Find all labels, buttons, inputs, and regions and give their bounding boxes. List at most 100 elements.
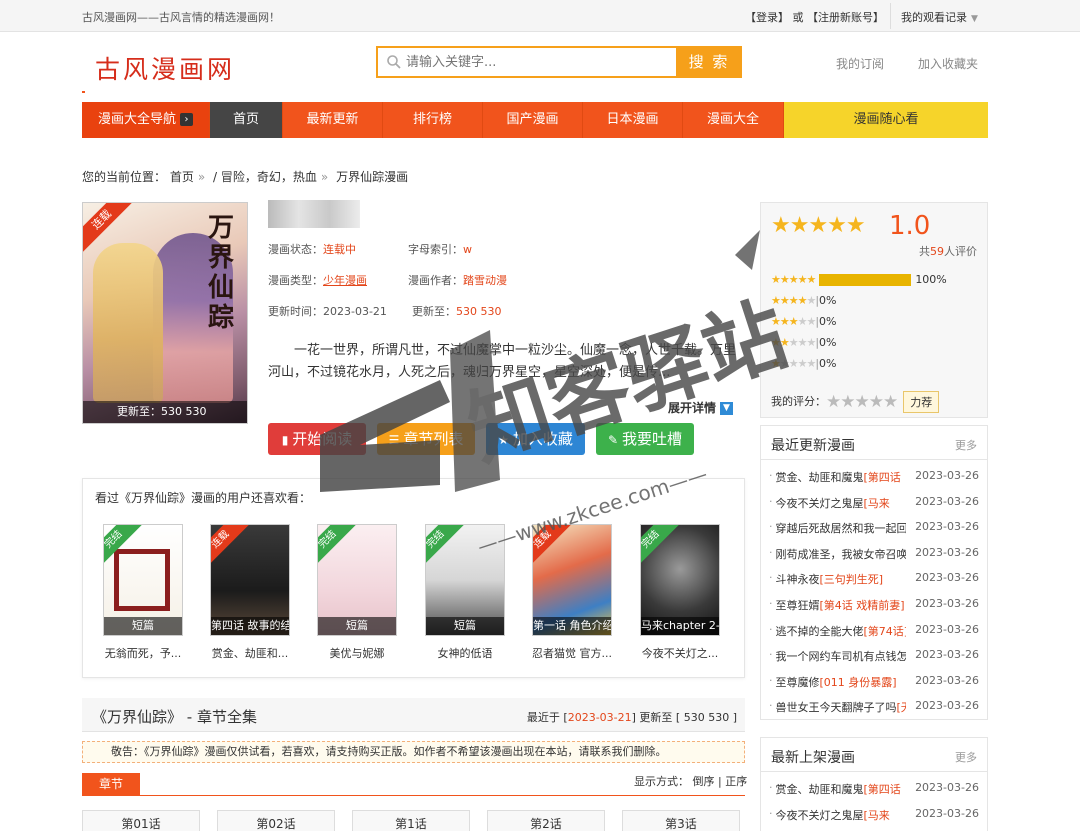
thumb-label: 短篇 [426, 617, 504, 635]
start-reading-button[interactable]: ▮ 开始阅读 [268, 423, 366, 455]
list-item[interactable]: · 斗神永夜[三句判生死] 2023-03-26 [769, 571, 981, 587]
latest-prefix: 最近于 [ [526, 711, 568, 724]
comic-name: 今夜不关灯之鬼屋 [775, 496, 864, 510]
bullet-icon: · [769, 673, 773, 687]
status-field: 漫画状态：连载中 [268, 241, 356, 257]
list-item[interactable]: · 刚苟成准圣，我被女帝召唤 2023-03-26 [769, 546, 981, 562]
order-desc[interactable]: 倒序 [693, 775, 715, 788]
bullet-icon: · [769, 699, 773, 713]
comic-name: 逃不掉的全能大佬 [775, 624, 864, 638]
chapter-list-label: 章节列表 [403, 430, 464, 448]
list-item[interactable]: · 我一个网约车司机有点钱怎 2023-03-26 [769, 648, 981, 664]
comic-thumb[interactable]: 完结 短篇 [103, 524, 183, 636]
list-item[interactable]: · 至尊魔修[011 身份暴露] 2023-03-26 [769, 674, 981, 690]
comic-thumb[interactable]: 连载 第四话 故事的结 [210, 524, 290, 636]
bullet-icon: · [769, 806, 773, 820]
main-nav: 漫画大全导航 › 首页 最新更新 排行榜 国产漫画 日本漫画 漫画大全 漫画随心看 [82, 102, 988, 138]
breadcrumb-home[interactable]: 首页 [170, 170, 194, 184]
order-asc[interactable]: 正序 [725, 775, 747, 788]
book-icon: ▮ [281, 433, 289, 447]
nav-item-domestic[interactable]: 国产漫画 [483, 102, 583, 138]
list-item-date: 2023-03-26 [915, 545, 979, 559]
more-link[interactable]: 更多 [955, 749, 977, 765]
my-rating-stars[interactable]: ★★★★★ [826, 392, 898, 412]
chapter-button[interactable]: 第1话 [352, 810, 470, 831]
list-item[interactable]: · 赏金、劫匪和魔鬼[第四话 2023-03-26 [769, 781, 981, 797]
author-field: 漫画作者：踏雪动漫 [408, 272, 507, 288]
latest-new-panel: 最新上架漫画 更多 · 赏金、劫匪和魔鬼[第四话 2023-03-26 · 今夜不关灯之… [760, 737, 988, 831]
list-item[interactable]: · 至尊狂婿[第4话 戏精前妻] 2023-03-26 [769, 597, 981, 613]
comic-thumb[interactable]: 连载 第一话 角色介绍 [532, 524, 612, 636]
nav-item-ranking[interactable]: 排行榜 [383, 102, 483, 138]
chapter-button[interactable]: 第01话 [82, 810, 200, 831]
bullet-icon: · [769, 494, 773, 508]
list-item-date: 2023-03-26 [915, 622, 979, 636]
comment-button[interactable]: ✎ 我要吐槽 [596, 423, 694, 455]
type-label: 漫画类型： [268, 274, 323, 287]
add-favorite-link[interactable]: 加入收藏夹 [918, 55, 978, 72]
breadcrumb-category[interactable]: / 冒险，奇幻，热血 [213, 170, 317, 184]
list-item-name: 刚苟成准圣，我被女帝召唤 [776, 546, 906, 562]
letter-value[interactable]: w [463, 243, 472, 256]
comic-name: 我一个网约车司机有点钱怎 [775, 650, 906, 664]
list-item-name: 我一个网约车司机有点钱怎 [776, 648, 906, 664]
list-item-name: 至尊狂婿[第4话 戏精前妻] [776, 597, 906, 613]
rating-row: ★★★★★ 100% [771, 273, 947, 287]
my-subscribe-link[interactable]: 我的订阅 [836, 55, 884, 72]
chapter-button[interactable]: 第2话 [487, 810, 605, 831]
thumb-name[interactable]: 美优与妮娜 [312, 645, 402, 661]
thumb-name[interactable]: 赏金、劫匪和... [205, 645, 295, 661]
rating-percent: 0% [819, 294, 837, 307]
comment-label: 我要吐槽 [622, 430, 683, 448]
thumb-name[interactable]: 今夜不关灯之... [635, 645, 725, 661]
rating-stars: ★★★★★ [771, 213, 866, 238]
search-input[interactable] [406, 52, 666, 72]
comic-cover[interactable]: 万界仙踪 连载 更新至：530 530 [82, 202, 248, 424]
comic-thumb[interactable]: 完结 马来chapter 2- [640, 524, 720, 636]
list-item[interactable]: · 赏金、劫匪和魔鬼[第四话 2023-03-26 [769, 469, 981, 485]
nav-item-random[interactable]: 漫画随心看 [784, 102, 988, 138]
expand-details[interactable]: 展开详情 ▼ [668, 399, 734, 416]
thumb-name[interactable]: 忍者猫觉 官方... [527, 645, 617, 661]
list-item[interactable]: · 今夜不关灯之鬼屋[马来 2023-03-26 [769, 807, 981, 823]
status-value: 连载中 [323, 243, 356, 256]
caret-down-icon: ▼ [971, 14, 978, 24]
list-item[interactable]: ·兽世女王今天翻牌子了吗[无 2023-03-26 [769, 699, 981, 715]
comic-thumb[interactable]: 完结 短篇 [317, 524, 397, 636]
chapter-button[interactable]: 第02话 [217, 810, 335, 831]
rating-row-stars: ★★★★★ [771, 336, 816, 349]
nav-item-home[interactable]: 首页 [210, 102, 283, 138]
list-icon: ☰ [388, 433, 400, 447]
chapter-button[interactable]: 第3话 [622, 810, 740, 831]
panel-header: 最新上架漫画 更多 [761, 738, 987, 772]
tab-chapters[interactable]: 章节 [82, 773, 140, 795]
add-favorite-button[interactable]: ★ 加入收藏 [486, 423, 585, 455]
bullet-icon: · [769, 571, 773, 585]
chapter-tag: [011 身份暴露] [819, 675, 897, 689]
list-item[interactable]: · 穿越后死敌居然和我一起回 2023-03-26 [769, 520, 981, 536]
more-link[interactable]: 更多 [955, 437, 977, 453]
list-item[interactable]: · 今夜不关灯之鬼屋[马来 2023-03-26 [769, 495, 981, 511]
nav-guide[interactable]: 漫画大全导航 › [82, 102, 210, 138]
register-link[interactable]: 【注册新账号】 [807, 11, 884, 24]
thumb-name[interactable]: 无翁而死，予... [98, 645, 188, 661]
login-link[interactable]: 【登录】 [745, 11, 789, 24]
search-button[interactable]: 搜 索 [676, 46, 742, 78]
thumb-name[interactable]: 女神的低语 [420, 645, 510, 661]
history-dropdown[interactable]: 我的观看记录 ▼ [890, 3, 988, 29]
rating-row-stars: ★★★★★ [771, 357, 816, 370]
site-logo[interactable]: 古风漫画网 [95, 50, 235, 86]
chapter-list-button[interactable]: ☰ 章节列表 [377, 423, 475, 455]
bullet-icon: · [769, 781, 773, 794]
time-label: 更新时间： [268, 305, 323, 318]
status-label: 漫画状态： [268, 243, 323, 256]
nav-item-all[interactable]: 漫画大全 [683, 102, 784, 138]
author-value[interactable]: 踏雪动漫 [463, 274, 507, 287]
nav-item-japanese[interactable]: 日本漫画 [583, 102, 683, 138]
status-ribbon: 连载 [211, 525, 256, 575]
comic-name: 赏金、劫匪和魔鬼 [775, 471, 864, 484]
type-value[interactable]: 少年漫画 [323, 274, 367, 287]
comic-thumb[interactable]: 完结 短篇 [425, 524, 505, 636]
nav-item-latest[interactable]: 最新更新 [283, 102, 383, 138]
list-item[interactable]: · 逃不掉的全能大佬[第74话] 2023-03-26 [769, 623, 981, 639]
